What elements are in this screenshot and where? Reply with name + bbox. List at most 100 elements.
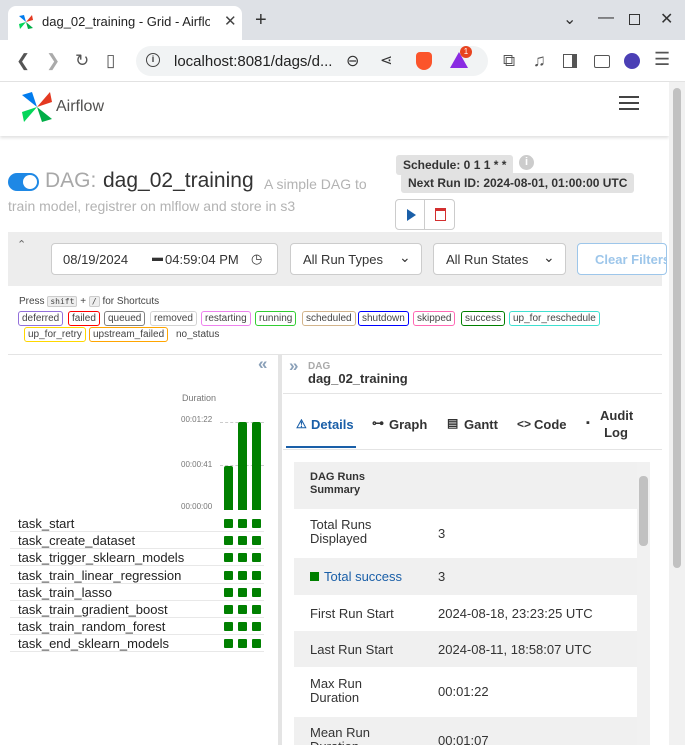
task-row[interactable]: task_train_random_forest [10, 618, 264, 636]
task-row[interactable]: task_train_linear_regression [10, 567, 264, 584]
task-instance-success[interactable] [238, 622, 247, 632]
task-row[interactable]: task_train_gradient_boost [10, 601, 264, 618]
expand-right-icon[interactable]: » [289, 356, 298, 376]
base-date-input[interactable]: 08/19/2024 ▬ 04:59:04 PM ◷ [51, 243, 278, 275]
menu-icon[interactable]: ☰ [654, 49, 670, 70]
panel-resize-divider[interactable] [278, 354, 282, 745]
url-text[interactable]: localhost:8081/dags/d... [174, 53, 332, 70]
task-name[interactable]: task_end_sklearn_models [18, 636, 169, 651]
state-chip-scheduled[interactable]: scheduled [302, 311, 356, 326]
tab-close-icon[interactable]: ✕ [224, 12, 237, 30]
state-chip-deferred[interactable]: deferred [18, 311, 64, 326]
task-name[interactable]: task_train_linear_regression [18, 568, 181, 583]
task-instance-success[interactable] [252, 587, 261, 597]
task-instance-success[interactable] [224, 553, 233, 563]
task-instance-success[interactable] [238, 553, 247, 563]
wallet-icon[interactable] [594, 55, 610, 68]
airflow-logo-icon[interactable] [20, 90, 54, 124]
task-instance-success[interactable] [252, 605, 261, 614]
trigger-dag-button[interactable] [396, 200, 425, 229]
task-instance-success[interactable] [224, 622, 233, 632]
details-scrollbar[interactable] [637, 462, 650, 745]
reload-icon[interactable]: ↻ [75, 51, 89, 71]
task-instance-success[interactable] [238, 536, 247, 546]
state-chip-removed[interactable]: removed [150, 311, 197, 326]
task-instance-success[interactable] [252, 639, 261, 649]
back-icon[interactable]: ❮ [16, 51, 30, 71]
task-instance-success[interactable] [238, 639, 247, 649]
state-chip-upstream-failed[interactable]: upstream_failed [89, 327, 169, 342]
task-instance-success[interactable] [224, 605, 233, 614]
state-chip-shutdown[interactable]: shutdown [358, 311, 409, 326]
task-instance-success[interactable] [238, 570, 247, 580]
state-chip-skipped[interactable]: skipped [413, 311, 456, 326]
maximize-icon[interactable] [629, 14, 640, 25]
media-icon[interactable]: ♫ [533, 51, 546, 71]
clear-filters-button[interactable]: Clear Filters [577, 243, 667, 275]
task-instance-success[interactable] [252, 570, 261, 580]
task-instance-success[interactable] [252, 536, 261, 546]
sidebar-icon[interactable] [563, 54, 577, 68]
duration-bar[interactable] [224, 466, 233, 510]
task-instance-success[interactable] [224, 519, 233, 528]
state-chip-failed[interactable]: failed [68, 311, 100, 326]
collapse-up-icon[interactable]: ⌃ [17, 238, 26, 251]
breadcrumb-dag-name[interactable]: dag_02_training [308, 371, 408, 386]
calendar-icon[interactable]: ▬ [152, 252, 163, 264]
minimize-icon[interactable]: — [598, 9, 614, 27]
task-name[interactable]: task_train_random_forest [18, 619, 165, 634]
task-instance-success[interactable] [252, 622, 261, 632]
task-row[interactable]: task_end_sklearn_models [10, 635, 264, 653]
task-instance-success[interactable] [224, 536, 233, 546]
app-logo-text[interactable]: Airflow [56, 98, 104, 116]
bookmark-icon[interactable]: ▯ [106, 51, 115, 71]
browser-tab[interactable]: dag_02_training - Grid - Airflow ✕ [8, 6, 242, 40]
task-name[interactable]: task_train_gradient_boost [18, 602, 168, 617]
new-tab-icon[interactable]: + [255, 9, 267, 32]
state-chip-up-for-retry[interactable]: up_for_retry [24, 327, 86, 342]
task-name[interactable]: task_trigger_sklearn_models [18, 550, 184, 565]
duration-bar[interactable] [252, 422, 261, 510]
task-name[interactable]: task_train_lasso [18, 585, 112, 600]
delete-dag-button[interactable] [426, 200, 455, 229]
extensions-icon[interactable]: ⧉ [503, 51, 515, 71]
page-scrollbar-thumb[interactable] [673, 88, 681, 568]
hamburger-menu-icon[interactable] [619, 96, 639, 110]
state-chip-no-status[interactable]: no_status [172, 327, 223, 342]
task-row[interactable]: task_train_lasso [10, 584, 264, 601]
duration-bar[interactable] [238, 422, 247, 510]
tab-details[interactable]: ⚠ Details [286, 404, 356, 448]
task-instance-success[interactable] [238, 587, 247, 597]
forward-icon[interactable]: ❯ [46, 51, 60, 71]
task-instance-success[interactable] [252, 553, 261, 563]
run-state-select[interactable]: All Run States ⌄ [433, 243, 566, 275]
task-row[interactable]: task_start [10, 515, 264, 532]
task-instance-success[interactable] [224, 639, 233, 649]
total-success-link[interactable]: Total success [324, 569, 402, 584]
task-row[interactable]: task_trigger_sklearn_models [10, 549, 264, 567]
tab-list-chevron-icon[interactable]: ⌄ [563, 9, 576, 29]
clock-icon[interactable]: ◷ [251, 251, 262, 267]
window-close-icon[interactable]: ✕ [660, 9, 673, 29]
tab-code[interactable]: <> Code [514, 404, 574, 448]
state-chip-restarting[interactable]: restarting [201, 311, 251, 326]
task-instance-success[interactable] [252, 519, 261, 528]
address-bar[interactable]: i localhost:8081/dags/d... ⊖ ⋖ 1 [136, 46, 488, 76]
site-info-icon[interactable]: i [146, 53, 160, 67]
state-chip-success[interactable]: success [461, 311, 506, 326]
tab-graph[interactable]: ⊶ Graph [367, 404, 433, 448]
tab-gantt[interactable]: ▤ Gantt [443, 404, 509, 448]
collapse-left-icon[interactable]: « [258, 354, 267, 374]
task-instance-success[interactable] [224, 587, 233, 597]
task-name[interactable]: task_create_dataset [18, 533, 135, 548]
task-row[interactable]: task_create_dataset [10, 532, 264, 550]
vpn-icon[interactable] [624, 53, 640, 69]
brave-shield-icon[interactable] [416, 52, 432, 70]
task-instance-success[interactable] [238, 519, 247, 528]
dag-pause-toggle[interactable] [8, 173, 39, 191]
zoom-icon[interactable]: ⊖ [346, 51, 359, 71]
task-name[interactable]: task_start [18, 516, 74, 531]
state-chip-running[interactable]: running [255, 311, 297, 326]
tab-audit-log[interactable]: ▪ Audit Log [583, 404, 653, 448]
task-instance-success[interactable] [238, 605, 247, 614]
